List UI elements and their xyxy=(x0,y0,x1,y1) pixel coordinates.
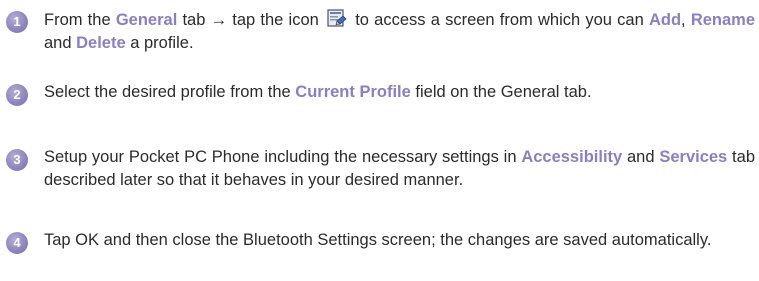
text-segment: and xyxy=(622,148,660,166)
step-number-badge: 3 xyxy=(6,149,28,171)
step-number-badge: 4 xyxy=(6,232,28,254)
text-segment: a profile. xyxy=(125,34,194,52)
current-profile-term: Current Profile xyxy=(295,83,411,101)
text-segment: field on the General tab. xyxy=(410,83,592,101)
step-text: Select the desired profile from the Curr… xyxy=(44,81,755,104)
text-segment: to access a screen from which you can xyxy=(350,11,649,29)
text-segment: From the xyxy=(44,11,116,29)
text-segment: Select the desired profile from the xyxy=(44,83,296,101)
add-term: Add xyxy=(648,11,682,29)
text-segment: Setup your Pocket PC Phone including the… xyxy=(44,148,522,166)
step-number-badge: 2 xyxy=(6,84,28,106)
step-text: Tap OK and then close the Bluetooth Sett… xyxy=(44,229,755,252)
rename-term: Rename xyxy=(690,11,756,29)
text-segment: and xyxy=(44,34,77,52)
text-segment: , xyxy=(681,11,691,29)
general-tab-term: General xyxy=(115,11,178,29)
delete-term: Delete xyxy=(76,34,126,52)
profile-settings-icon xyxy=(326,8,348,28)
text-segment: tab → tap the icon xyxy=(177,11,325,29)
step-text: From the General tab → tap the icon to a… xyxy=(44,8,755,55)
accessibility-term: Accessibility xyxy=(521,148,623,166)
services-term: Services xyxy=(659,148,728,166)
step-number-badge: 1 xyxy=(6,11,28,33)
step-text: Setup your Pocket PC Phone including the… xyxy=(44,146,755,192)
text-segment: Tap OK and then close the Bluetooth Sett… xyxy=(44,231,712,249)
